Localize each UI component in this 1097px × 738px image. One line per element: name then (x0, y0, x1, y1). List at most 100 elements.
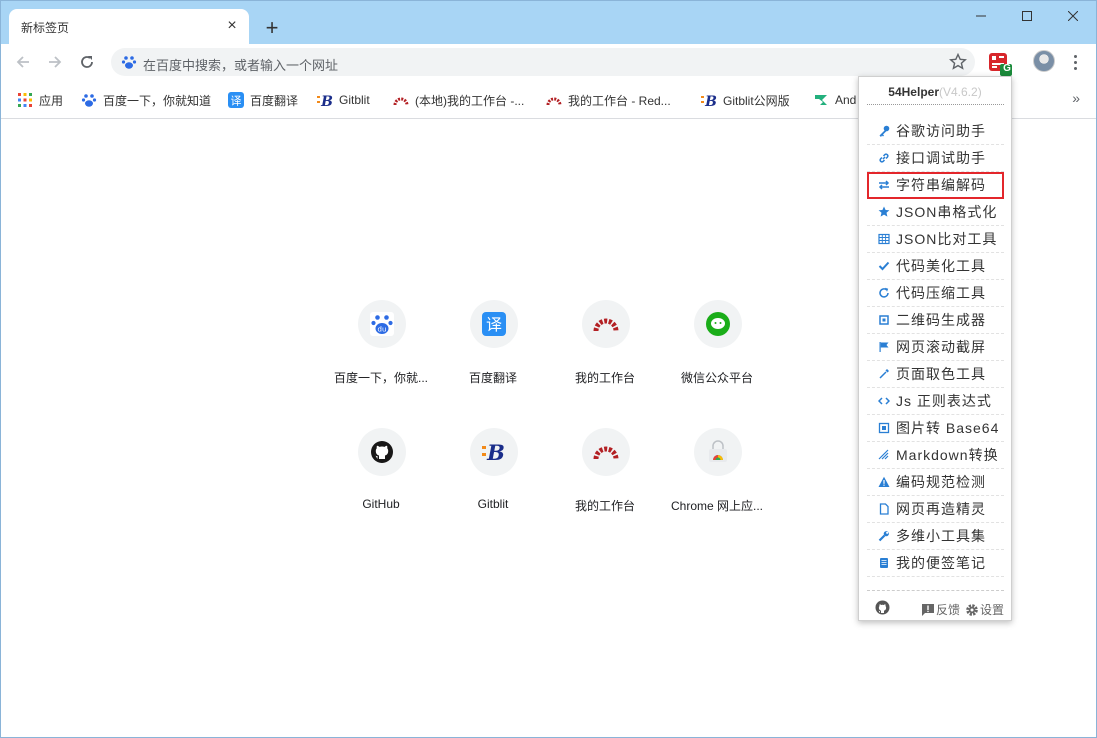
check-icon (877, 260, 890, 273)
minimize-button[interactable] (958, 1, 1004, 31)
bookmark-baidu-translate[interactable]: 译 百度翻译 (228, 92, 298, 108)
tile-label: GitHub (362, 497, 400, 511)
popup-version: (V4.6.2) (939, 85, 982, 99)
popup-item[interactable]: 网页再造精灵 (867, 496, 1004, 523)
popup-tool-list: 谷歌访问助手接口调试助手字符串编解码 JSON串格式化 JSON比对工具 代码美化工具… (867, 118, 1004, 577)
android-icon (813, 92, 829, 108)
chrome-menu-button[interactable] (1065, 50, 1085, 74)
tile-icon-wrap (358, 428, 406, 476)
shortcut-tile[interactable]: 微信公众平台 (661, 300, 773, 412)
bookmark-star-icon[interactable] (949, 52, 967, 74)
github-icon (371, 441, 393, 463)
gitblit-icon: B (701, 92, 717, 108)
popup-item-label: 二维码生成器 (896, 312, 986, 328)
shortcut-tile[interactable]: 译 百度翻译 (437, 300, 549, 412)
apps-grid-icon (17, 92, 33, 108)
feedback-label: 反馈 (936, 603, 961, 617)
popup-item[interactable]: 字符串编解码 (867, 172, 1004, 199)
tile-icon-wrap (694, 428, 742, 476)
bookmark-label: Gitblit公网版 (723, 93, 790, 108)
popup-item[interactable]: 网页滚动截屏 (867, 334, 1004, 361)
redmine-icon (393, 92, 409, 108)
popup-item[interactable]: 二维码生成器 (867, 307, 1004, 334)
svg-text:B: B (320, 94, 333, 108)
chrome-webstore-icon (709, 440, 727, 462)
popup-item-label: 谷歌访问助手 (896, 123, 986, 139)
github-icon[interactable] (875, 600, 890, 618)
address-placeholder: 在百度中搜索，或者输入一个网址 (143, 58, 339, 73)
svg-text:B: B (486, 440, 505, 465)
bookmark-android[interactable]: And (813, 92, 856, 108)
bookmark-gitblit-public[interactable]: B Gitblit公网版 (701, 92, 790, 108)
popup-item[interactable]: 编码规范检测 (867, 469, 1004, 496)
grid-icon (877, 233, 890, 246)
popup-divider (867, 104, 1004, 105)
popup-header: 54Helper(V4.6.2) (859, 77, 1011, 104)
popup-item[interactable]: JSON串格式化 (867, 199, 1004, 226)
baidu-paw-icon: du (370, 312, 394, 336)
shortcut-tile[interactable]: du 百度一下，你就... (325, 300, 437, 412)
reload-button[interactable] (73, 48, 101, 76)
feedback-link[interactable]: 反馈 (921, 601, 960, 618)
tab-close-icon[interactable]: × (223, 17, 241, 35)
popup-item[interactable]: 谷歌访问助手 (867, 118, 1004, 145)
star-icon (877, 206, 890, 219)
forward-arrow-icon (49, 56, 62, 68)
popup-item[interactable]: 页面取色工具 (867, 361, 1004, 388)
popup-item-label: 代码压缩工具 (896, 285, 986, 301)
popup-item[interactable]: 代码压缩工具 (867, 280, 1004, 307)
bookmark-local-workbench[interactable]: (本地)我的工作台 -... (393, 92, 524, 108)
window-close-button[interactable] (1050, 1, 1096, 31)
new-tab-button[interactable]: + (259, 15, 285, 41)
shortcut-tile[interactable]: Chrome 网上应... (661, 428, 773, 540)
file-icon (877, 503, 890, 516)
popup-item-label: 编码规范检测 (896, 474, 986, 490)
tab-new-tab[interactable]: 新标签页 × (9, 9, 249, 44)
popup-item[interactable]: Js 正则表达式 (867, 388, 1004, 415)
tile-label: 微信公众平台 (680, 371, 753, 385)
tile-label: 我的工作台 (574, 371, 635, 385)
popup-item[interactable]: 接口调试助手 (867, 145, 1004, 172)
bookmarks-overflow-button[interactable]: » (1072, 90, 1080, 106)
eyedropper-icon (877, 368, 890, 381)
tile-label: Chrome 网上应... (670, 499, 764, 513)
bookmark-workbench-redmine[interactable]: 我的工作台 - Red... (546, 92, 671, 108)
toolbar: 在百度中搜索，或者输入一个网址 G (1, 44, 1096, 80)
svg-text:B: B (704, 94, 717, 108)
popup-title: 54Helper (888, 85, 939, 99)
popup-item[interactable]: 代码美化工具 (867, 253, 1004, 280)
code-icon (877, 395, 890, 408)
shortcut-tile[interactable]: 我的工作台 (549, 300, 661, 412)
shortcut-tile[interactable]: GitHub (325, 428, 437, 540)
tile-icon-wrap (694, 300, 742, 348)
redmine-icon (593, 318, 619, 332)
bookmark-baidu[interactable]: 百度一下，你就知道 (81, 92, 211, 108)
title-bar: 新标签页 × + (1, 1, 1096, 44)
settings-link[interactable]: 设置 (965, 601, 1004, 618)
tile-label: 我的工作台 (574, 499, 635, 513)
shortcut-tile[interactable]: 我的工作台 (549, 428, 661, 540)
profile-avatar[interactable] (1033, 50, 1055, 72)
popup-item[interactable]: Markdown转换 (867, 442, 1004, 469)
maximize-button[interactable] (1004, 1, 1050, 31)
tile-icon-wrap: 译 (470, 300, 518, 348)
baidu-translate-icon: 译 (482, 312, 506, 336)
bookmark-label: (本地)我的工作台 -... (415, 93, 525, 108)
svg-text:译: 译 (231, 95, 242, 108)
popup-item[interactable]: JSON比对工具 (867, 226, 1004, 253)
tile-icon-wrap: du (358, 300, 406, 348)
gear-icon (966, 603, 978, 616)
fehelper-extension-button[interactable]: G (988, 52, 1012, 76)
popup-item[interactable]: 多维小工具集 (867, 523, 1004, 550)
back-button[interactable] (9, 48, 37, 76)
shortcut-tile[interactable]: B Gitblit (437, 428, 549, 540)
popup-item-label: Js 正则表达式 (896, 393, 992, 409)
baidu-paw-icon (81, 92, 97, 108)
bookmark-apps[interactable]: 应用 (17, 92, 63, 108)
forward-button[interactable] (41, 48, 69, 76)
popup-item[interactable]: 图片转 Base64 (867, 415, 1004, 442)
popup-item-label: 字符串编解码 (896, 177, 986, 193)
popup-item[interactable]: 我的便签笔记 (867, 550, 1004, 577)
bookmark-gitblit[interactable]: B Gitblit (317, 92, 370, 108)
address-bar[interactable]: 在百度中搜索，或者输入一个网址 (111, 48, 975, 76)
